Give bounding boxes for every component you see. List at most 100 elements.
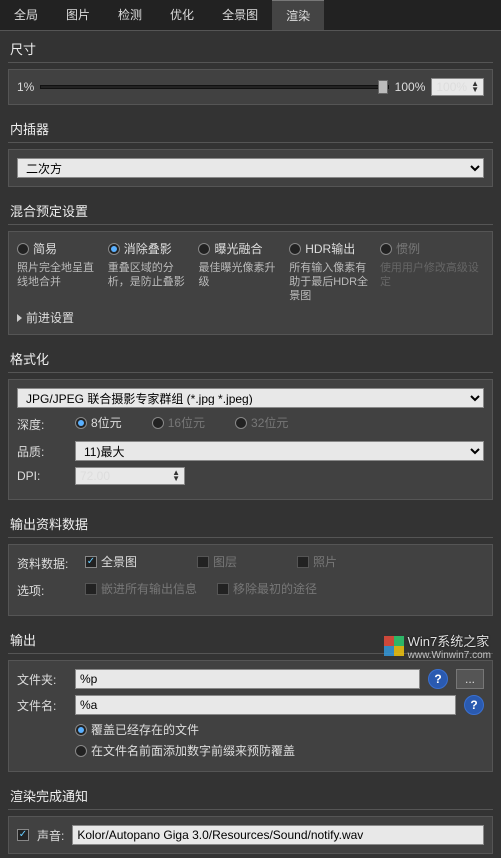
filename-help-icon[interactable]: ? — [464, 695, 484, 715]
interp-header: 内插器 — [8, 115, 493, 143]
checkbox-icon — [85, 583, 97, 595]
quality-select[interactable]: 11)最大 — [75, 441, 484, 461]
dpi-spinner[interactable]: 72.00 ▲▼ — [75, 467, 185, 485]
output-header: 输出 — [8, 626, 493, 654]
filename-input[interactable] — [75, 695, 456, 715]
checkbox-icon — [85, 556, 97, 568]
folder-input[interactable] — [75, 669, 420, 689]
output-prefix-label: 在文件名前面添加数字前缀来预防覆盖 — [91, 742, 295, 759]
depth-8-label: 8位元 — [91, 414, 122, 431]
blend-label-simple: 简易 — [33, 240, 57, 257]
outdata-chk-photos[interactable]: 照片 — [297, 553, 337, 570]
outdata-section: 资料数据: 全景图 图层 照片 选项: 嵌进所有输出信息 移除最初的途径 — [8, 544, 493, 616]
blend-desc-simple: 照片完全地呈直线地合并 — [17, 261, 104, 289]
outdata-chk-panorama[interactable]: 全景图 — [85, 553, 137, 570]
outdata-chk-layers[interactable]: 图层 — [197, 553, 237, 570]
tab-bar: 全局 图片 检测 优化 全景图 渲染 — [0, 0, 501, 31]
sound-input[interactable] — [72, 825, 484, 845]
blend-section: 简易照片完全地呈直线地合并 消除叠影重叠区域的分析，是防止叠影 曝光融合最佳曝光… — [8, 231, 493, 335]
interp-section: 二次方 — [8, 149, 493, 187]
size-value: 100% — [436, 80, 467, 94]
radio-icon — [108, 243, 120, 255]
notify-section: 声音: — [8, 816, 493, 854]
outdata-opt-remove: 移除最初的途径 — [217, 580, 317, 597]
output-overwrite-label: 覆盖已经存在的文件 — [91, 721, 199, 738]
radio-icon — [75, 745, 87, 757]
blend-label-ghost: 消除叠影 — [124, 240, 172, 257]
blend-label-exposure: 曝光融合 — [214, 240, 262, 257]
size-spinner[interactable]: 100% ▲▼ — [431, 78, 484, 96]
depth-radio-8[interactable]: 8位元 — [75, 414, 122, 431]
blend-label-custom: 惯例 — [396, 240, 420, 257]
blend-radio-simple[interactable]: 简易 — [17, 240, 104, 257]
tab-optimize[interactable]: 优化 — [156, 0, 208, 30]
size-section: 1% 100% 100% ▲▼ — [8, 69, 493, 105]
folder-label: 文件夹: — [17, 671, 67, 688]
output-radio-overwrite[interactable]: 覆盖已经存在的文件 — [75, 721, 484, 738]
depth-32-label: 32位元 — [251, 414, 288, 431]
blend-radio-exposure[interactable]: 曝光融合 — [198, 240, 285, 257]
blend-desc-hdr: 所有输入像素有助于最后HDR全景图 — [289, 261, 376, 303]
format-file-select[interactable]: JPG/JPEG 联合摄影专家群组 (*.jpg *.jpeg) — [17, 388, 484, 408]
blend-desc-custom: 使用用户修改高级设定 — [380, 261, 484, 289]
tab-detect[interactable]: 检测 — [104, 0, 156, 30]
blend-header: 混合预定设置 — [8, 197, 493, 225]
format-header: 格式化 — [8, 345, 493, 373]
outdata-layers-label: 图层 — [213, 553, 237, 570]
size-slider-thumb[interactable] — [378, 80, 388, 94]
outdata-opt-label: 选项: — [17, 582, 77, 599]
blend-advance-label: 前进设置 — [26, 311, 74, 325]
blend-desc-ghost: 重叠区域的分析，是防止叠影 — [108, 261, 195, 289]
checkbox-icon — [197, 556, 209, 568]
quality-label: 品质: — [17, 443, 67, 460]
depth-radio-32: 32位元 — [235, 414, 288, 431]
output-section: 文件夹: ? ... 文件名: ? 覆盖已经存在的文件 在文件名前面添加数字前缀… — [8, 660, 493, 772]
size-min-label: 1% — [17, 80, 34, 94]
checkbox-icon — [297, 556, 309, 568]
tab-render[interactable]: 渲染 — [272, 0, 324, 30]
tab-panorama[interactable]: 全景图 — [208, 0, 272, 30]
notify-header: 渲染完成通知 — [8, 782, 493, 810]
outdata-header: 输出资料数据 — [8, 510, 493, 538]
depth-16-label: 16位元 — [168, 414, 205, 431]
triangle-right-icon — [17, 314, 22, 322]
blend-label-hdr: HDR输出 — [305, 240, 355, 257]
blend-radio-hdr[interactable]: HDR输出 — [289, 240, 376, 257]
dpi-label: DPI: — [17, 469, 67, 483]
size-header: 尺寸 — [8, 35, 493, 63]
radio-icon — [152, 417, 164, 429]
depth-label: 深度: — [17, 416, 67, 433]
depth-radio-16: 16位元 — [152, 414, 205, 431]
blend-radio-ghost[interactable]: 消除叠影 — [108, 240, 195, 257]
folder-help-icon[interactable]: ? — [428, 669, 448, 689]
filename-label: 文件名: — [17, 697, 67, 714]
size-max-label: 100% — [395, 80, 426, 94]
outdata-panorama-label: 全景图 — [101, 553, 137, 570]
outdata-label: 资料数据: — [17, 555, 77, 572]
radio-icon — [75, 417, 87, 429]
radio-icon — [198, 243, 210, 255]
format-section: JPG/JPEG 联合摄影专家群组 (*.jpg *.jpeg) 深度: 8位元… — [8, 379, 493, 500]
spinner-arrows-icon[interactable]: ▲▼ — [471, 81, 479, 93]
outdata-embed-label: 嵌进所有输出信息 — [101, 580, 197, 597]
dpi-value: 72.00 — [80, 469, 168, 483]
outdata-opt-embed: 嵌进所有输出信息 — [85, 580, 197, 597]
outdata-remove-label: 移除最初的途径 — [233, 580, 317, 597]
radio-icon — [380, 243, 392, 255]
blend-desc-exposure: 最佳曝光像素升级 — [198, 261, 285, 289]
output-radio-prefix[interactable]: 在文件名前面添加数字前缀来预防覆盖 — [75, 742, 484, 759]
checkbox-icon — [217, 583, 229, 595]
outdata-photos-label: 照片 — [313, 553, 337, 570]
spinner-arrows-icon[interactable]: ▲▼ — [172, 470, 180, 482]
tab-image[interactable]: 图片 — [52, 0, 104, 30]
tab-global[interactable]: 全局 — [0, 0, 52, 30]
radio-icon — [17, 243, 29, 255]
radio-icon — [289, 243, 301, 255]
folder-browse-button[interactable]: ... — [456, 669, 484, 689]
blend-radio-custom[interactable]: 惯例 — [380, 240, 484, 257]
sound-checkbox[interactable] — [17, 829, 29, 841]
blend-advance-button[interactable]: 前进设置 — [17, 309, 484, 326]
interp-select[interactable]: 二次方 — [17, 158, 484, 178]
size-slider[interactable] — [40, 85, 388, 89]
radio-icon — [75, 724, 87, 736]
